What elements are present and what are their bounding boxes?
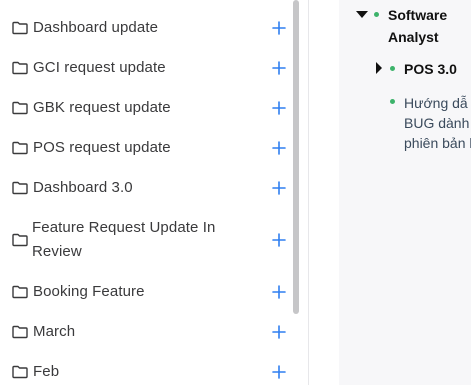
folder-item-gci-request-update[interactable]: GCI request update: [0, 56, 290, 80]
folder-icon: [12, 61, 28, 75]
folder-label: March: [33, 323, 76, 340]
folder-item-pos-request-update[interactable]: POS request update: [0, 136, 290, 160]
folder-icon: [12, 325, 28, 339]
bullet-dot-icon: [390, 66, 395, 71]
folder-item-feature-request-update[interactable]: Feature Request Update In Review: [0, 216, 290, 264]
folder-label: Dashboard 3.0: [33, 179, 133, 196]
plus-icon[interactable]: [270, 179, 288, 197]
folder-label: Dashboard update: [33, 19, 159, 36]
folder-item-march[interactable]: March: [0, 320, 290, 344]
folder-item-dashboard-update[interactable]: Dashboard update: [0, 16, 290, 40]
mind-map-panel: Software Analyst POS 3.0 Hướng dẫ BUG dà…: [339, 0, 471, 385]
folder-label: Booking Feature: [33, 283, 145, 300]
plus-icon[interactable]: [270, 19, 288, 37]
folder-label: Feature Request Update In Review: [32, 219, 216, 260]
tree-node-software-analyst[interactable]: Software Analyst: [388, 4, 458, 48]
folder-label: POS request update: [33, 139, 171, 156]
folder-icon: [12, 21, 28, 35]
folder-icon: [12, 181, 28, 195]
bullet-dot-icon: [390, 99, 395, 104]
description-line: BUG dành: [404, 115, 470, 131]
plus-icon[interactable]: [270, 283, 288, 301]
plus-icon[interactable]: [270, 231, 288, 249]
folder-label: Feb: [33, 363, 60, 380]
folder-item-gbk-request-update[interactable]: GBK request update: [0, 96, 290, 120]
description-line: Hướng dẫ: [404, 95, 468, 111]
folder-icon: [12, 101, 28, 115]
plus-icon[interactable]: [270, 139, 288, 157]
folder-item-booking-feature[interactable]: Booking Feature: [0, 280, 290, 304]
folder-icon: [12, 141, 28, 155]
collapse-caret-icon[interactable]: [356, 11, 368, 18]
bullet-dot-icon: [374, 12, 379, 17]
description-line: phiên bản l: [404, 135, 471, 151]
content-gap: [310, 0, 339, 385]
plus-icon[interactable]: [270, 99, 288, 117]
plus-icon[interactable]: [270, 323, 288, 341]
expand-caret-icon[interactable]: [376, 62, 382, 74]
folder-item-dashboard-3[interactable]: Dashboard 3.0: [0, 176, 290, 200]
folder-label: GCI request update: [33, 59, 166, 76]
tree-node-pos-3[interactable]: POS 3.0: [404, 58, 457, 80]
folder-icon: [12, 365, 28, 379]
tree-node-description[interactable]: Hướng dẫ BUG dành phiên bản l: [404, 93, 471, 153]
folder-sidebar: Dashboard update GCI request update GBK …: [0, 0, 309, 385]
folder-item-feb[interactable]: Feb: [0, 360, 290, 384]
folder-icon: [12, 285, 28, 299]
sidebar-scrollbar[interactable]: [293, 0, 299, 314]
folder-icon: [12, 233, 28, 247]
plus-icon[interactable]: [270, 363, 288, 381]
folder-label: GBK request update: [33, 99, 171, 116]
tree-node-label: Software Analyst: [388, 7, 448, 45]
plus-icon[interactable]: [270, 59, 288, 77]
